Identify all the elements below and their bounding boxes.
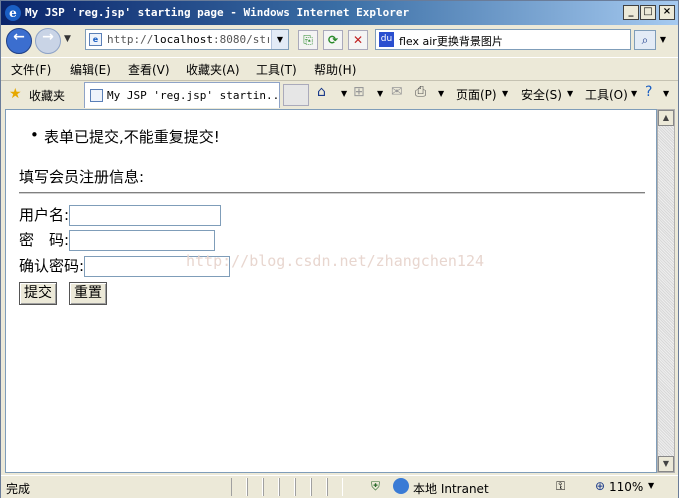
maximize-button[interactable]: □	[640, 5, 656, 20]
scroll-down-icon[interactable]: ▼	[658, 456, 674, 472]
tab-label: My JSP 'reg.jsp' startin...	[107, 89, 277, 102]
feeds-dropdown-icon[interactable]: ▼	[377, 89, 383, 98]
menu-favorites[interactable]: 收藏夹(A)	[186, 61, 240, 78]
help-dropdown-icon[interactable]: ▼	[663, 89, 669, 98]
vertical-scrollbar[interactable]: ▲ ▼	[657, 109, 675, 473]
security-zone-label[interactable]: 本地 Intranet	[413, 480, 489, 497]
menu-view[interactable]: 查看(V)	[128, 61, 170, 78]
password-row: 密 码:	[19, 229, 216, 251]
compatibility-view-icon[interactable]: ⎘	[298, 30, 318, 50]
search-icon[interactable]: ⌕	[634, 30, 656, 50]
status-panel	[247, 478, 263, 496]
stop-icon[interactable]: ✕	[348, 30, 368, 50]
username-field[interactable]	[69, 205, 222, 226]
menu-help[interactable]: 帮助(H)	[314, 61, 356, 78]
status-panel	[231, 478, 247, 496]
page-content: 表单已提交,不能重复提交! 填写会员注册信息: 用户名: 密 码: 确认密码: …	[5, 109, 657, 473]
zoom-dropdown-icon[interactable]: ▼	[648, 481, 654, 490]
favorites-bar: ★ 收藏夹 My JSP 'reg.jsp' startin... ⌂ ▼ ⊞ …	[1, 81, 678, 109]
address-input[interactable]: e http://localhost:8080/strut ▼	[85, 29, 289, 50]
search-options-dropdown-icon[interactable]: ▼	[657, 30, 669, 50]
back-button[interactable]: ←	[6, 28, 32, 54]
security-status-icon[interactable]: ⚿	[556, 479, 565, 494]
window-title: My JSP 'reg.jsp' starting page - Windows…	[25, 6, 410, 19]
title-bar[interactable]: e My JSP 'reg.jsp' starting page - Windo…	[1, 1, 678, 25]
status-panel	[263, 478, 279, 496]
address-dropdown-icon[interactable]: ▼	[271, 30, 288, 49]
confirm-password-label: 确认密码:	[19, 257, 85, 275]
password-field[interactable]	[69, 230, 216, 251]
protected-mode-icon[interactable]: ⛨	[371, 479, 380, 494]
safety-dropdown-icon[interactable]: ▼	[567, 89, 573, 98]
tools-menu-button[interactable]: 工具(O)	[585, 86, 628, 103]
status-panel	[279, 478, 295, 496]
message-list: 表单已提交,不能重复提交!	[30, 126, 220, 147]
print-icon[interactable]: ⎙	[415, 84, 426, 100]
scroll-up-icon[interactable]: ▲	[658, 110, 674, 126]
message-item: 表单已提交,不能重复提交!	[30, 126, 220, 147]
reset-button[interactable]: 重置	[69, 282, 107, 305]
intranet-zone-icon	[393, 478, 409, 494]
address-url[interactable]: http://localhost:8080/strut	[107, 33, 269, 46]
favorites-star-icon[interactable]: ★	[9, 86, 22, 102]
home-icon[interactable]: ⌂	[317, 84, 326, 100]
username-label: 用户名:	[19, 206, 70, 224]
search-input[interactable]: du flex air更换背景图片	[375, 29, 631, 50]
status-panel	[295, 478, 311, 496]
forward-button[interactable]: →	[35, 28, 61, 54]
status-panel	[311, 478, 327, 496]
page-icon: e	[89, 33, 102, 46]
favorites-button[interactable]: 收藏夹	[29, 87, 65, 104]
new-tab-button[interactable]	[283, 84, 309, 106]
tab-active[interactable]: My JSP 'reg.jsp' startin...	[84, 82, 280, 108]
page-menu-button[interactable]: 页面(P)	[456, 86, 497, 103]
tab-page-icon	[90, 89, 103, 102]
minimize-button[interactable]: _	[623, 5, 639, 20]
close-button[interactable]: ×	[659, 5, 675, 20]
watermark: http://blog.csdn.net/zhangchen124	[186, 252, 485, 270]
mail-icon[interactable]: ✉	[391, 84, 403, 100]
history-dropdown-icon[interactable]: ▼	[64, 34, 71, 44]
menu-tools[interactable]: 工具(T)	[256, 61, 297, 78]
menu-file[interactable]: 文件(F)	[11, 61, 51, 78]
tools-dropdown-icon[interactable]: ▼	[631, 89, 637, 98]
ie-logo-icon: e	[5, 5, 21, 21]
submit-button[interactable]: 提交	[19, 282, 57, 305]
help-icon[interactable]: ?	[645, 84, 652, 100]
page-dropdown-icon[interactable]: ▼	[502, 89, 508, 98]
zoom-level[interactable]: 110%	[609, 480, 643, 494]
form-heading: 填写会员注册信息:	[19, 168, 145, 186]
zoom-icon[interactable]: ⊕	[595, 479, 605, 493]
browser-window: e My JSP 'reg.jsp' starting page - Windo…	[0, 0, 679, 498]
home-dropdown-icon[interactable]: ▼	[341, 89, 347, 98]
status-bar: 完成 ⛨ 本地 Intranet ⚿ ⊕ 110% ▼	[1, 475, 678, 498]
refresh-icon[interactable]: ⟳	[323, 30, 343, 50]
status-text: 完成	[6, 482, 31, 496]
divider	[19, 192, 645, 194]
status-panel	[327, 478, 343, 496]
address-toolbar: ← → ▼ e http://localhost:8080/strut ▼ ⎘ …	[1, 25, 678, 57]
password-label: 密 码:	[19, 231, 70, 249]
safety-menu-button[interactable]: 安全(S)	[521, 86, 562, 103]
search-value[interactable]: flex air更换背景图片	[399, 33, 503, 49]
username-row: 用户名:	[19, 204, 222, 226]
feeds-icon[interactable]: ⊞	[353, 84, 365, 100]
menu-bar: 文件(F) 编辑(E) 查看(V) 收藏夹(A) 工具(T) 帮助(H)	[1, 57, 678, 81]
baidu-search-icon: du	[379, 32, 394, 47]
menu-edit[interactable]: 编辑(E)	[70, 61, 111, 78]
print-dropdown-icon[interactable]: ▼	[438, 89, 444, 98]
